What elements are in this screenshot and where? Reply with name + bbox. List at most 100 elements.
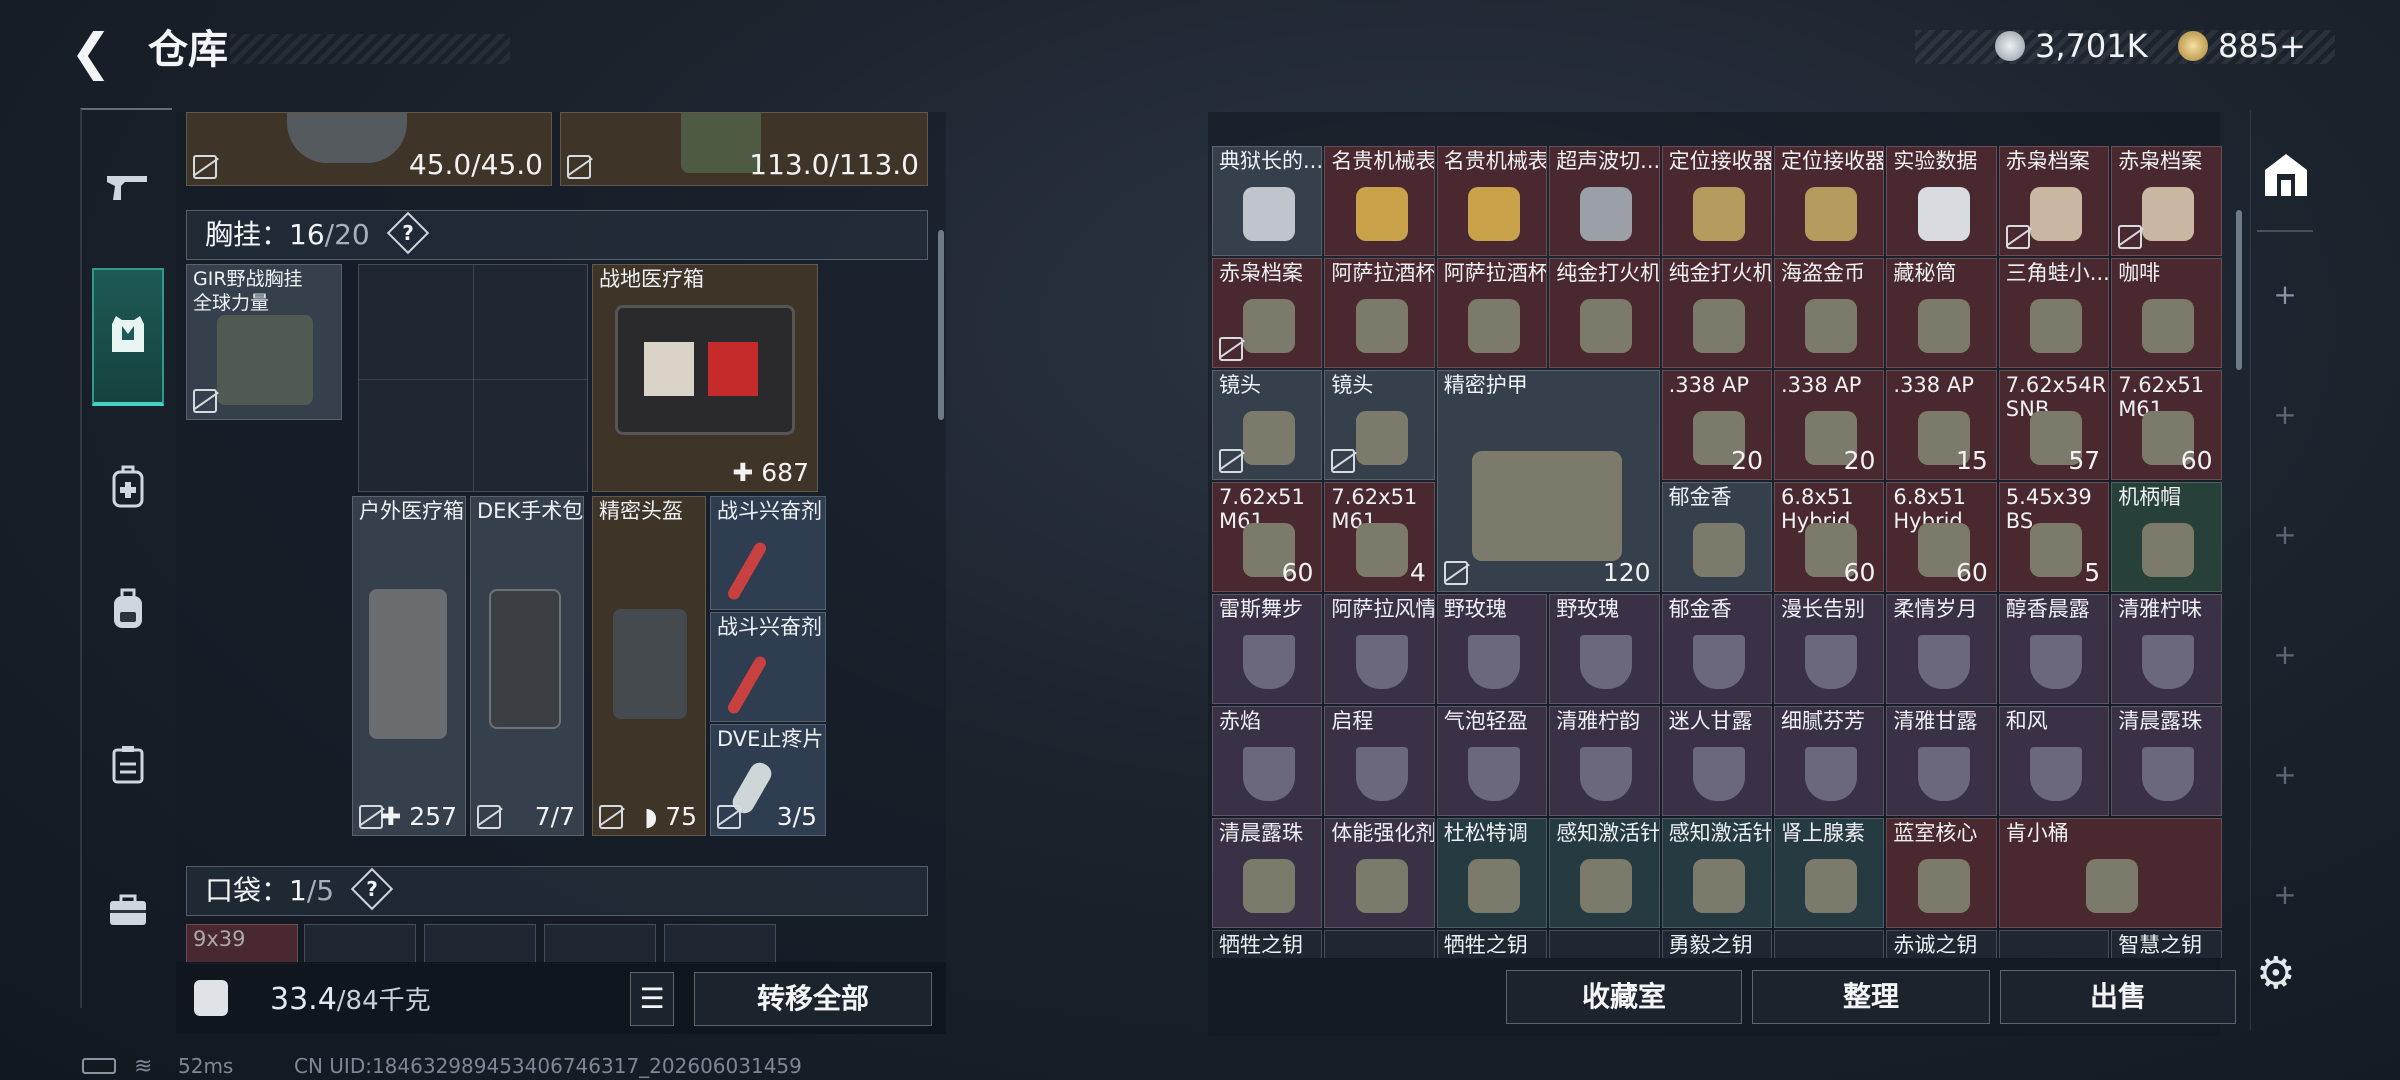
storage-item[interactable]: 实验数据	[1886, 146, 1997, 256]
storage-item[interactable]: 牺牲之钥	[1212, 930, 1323, 958]
storage-item[interactable]: 感知激活针	[1549, 818, 1660, 928]
storage-item[interactable]: 野玫瑰	[1436, 594, 1548, 704]
collection-room-button[interactable]: 收藏室	[1506, 970, 1742, 1024]
storage-item[interactable]: 赤枭档案	[2111, 146, 2222, 256]
armor-slot[interactable]: 113.0/113.0	[560, 112, 928, 186]
storage-item[interactable]: 赤诚之钥	[1886, 930, 1997, 958]
settings-gear-icon[interactable]: ⚙	[2256, 950, 2304, 998]
right-scrollbar[interactable]	[2236, 210, 2242, 370]
storage-item[interactable]: 迷人甘露	[1661, 706, 1772, 816]
storage-item[interactable]: 肯小桶	[1998, 818, 2222, 928]
storage-item[interactable]	[1549, 930, 1660, 958]
storage-item[interactable]: 定位接收器	[1661, 146, 1772, 256]
storage-item[interactable]: 清雅柠味	[2111, 594, 2222, 704]
storage-item[interactable]: 郁金香	[1661, 482, 1772, 592]
storage-item[interactable]: 7.62x54R SNB 57	[1998, 370, 2110, 480]
storage-item[interactable]: 7.62x51 M61 60	[1212, 482, 1323, 592]
backpack-medic-icon[interactable]	[94, 452, 162, 520]
storage-item[interactable]: .338 AP 15	[1886, 370, 1997, 480]
storage-item[interactable]: .338 AP 20	[1774, 370, 1885, 480]
storage-item[interactable]: 7.62x51 M61 60	[2111, 370, 2222, 480]
storage-item[interactable]	[1324, 930, 1435, 958]
transfer-all-button[interactable]: 转移全部	[694, 972, 932, 1026]
storage-item[interactable]: 清雅柠韵	[1549, 706, 1660, 816]
storage-item[interactable]: 醇香晨露	[1998, 594, 2110, 704]
storage-item[interactable]: 镜头	[1324, 370, 1435, 480]
empty-slot-grid[interactable]	[358, 264, 588, 492]
storage-item[interactable]: 赤枭档案	[1998, 146, 2110, 256]
storage-item[interactable]: 启程	[1324, 706, 1435, 816]
storage-item[interactable]: 超声波切...	[1549, 146, 1660, 256]
storage-item[interactable]: 精密护甲 120	[1436, 370, 1660, 592]
storage-item[interactable]: 5.45x39 BS 5	[1998, 482, 2110, 592]
storage-item[interactable]: 蓝室核心	[1886, 818, 1997, 928]
storage-item[interactable]: 杜松特调	[1436, 818, 1548, 928]
inventory-item[interactable]: 战地医疗箱 ✚ 687	[592, 264, 818, 492]
storage-item[interactable]: 清晨露珠	[2111, 706, 2222, 816]
storage-item[interactable]: 感知激活针	[1661, 818, 1772, 928]
storage-item[interactable]: 体能强化剂	[1324, 818, 1435, 928]
storage-item[interactable]: 机柄帽	[2111, 482, 2222, 592]
help-icon[interactable]: ?	[386, 211, 429, 255]
sell-button[interactable]: 出售	[2000, 970, 2236, 1024]
inventory-item[interactable]: 户外医疗箱 ✚ 257	[352, 496, 466, 836]
storage-item[interactable]: 阿萨拉酒杯	[1324, 258, 1435, 368]
storage-item[interactable]: 阿萨拉酒杯	[1436, 258, 1548, 368]
storage-item[interactable]: 阿萨拉风情	[1324, 594, 1435, 704]
storage-item[interactable]: 漫长告别	[1774, 594, 1885, 704]
inventory-item[interactable]: DEK手术包 7/7	[470, 496, 584, 836]
storage-item[interactable]: 镜头	[1212, 370, 1323, 480]
storage-item[interactable]: 纯金打火机	[1661, 258, 1772, 368]
storage-item[interactable]: 6.8x51 Hybrid 60	[1886, 482, 1997, 592]
storage-item[interactable]: 海盗金币	[1774, 258, 1885, 368]
inventory-item[interactable]: 战斗兴奋剂	[710, 496, 826, 610]
storage-item[interactable]: 定位接收器	[1774, 146, 1885, 256]
list-icon[interactable]: ☰	[630, 972, 674, 1026]
storage-item[interactable]	[1774, 930, 1885, 958]
storage-item[interactable]: 赤焰	[1212, 706, 1323, 816]
case-icon[interactable]	[94, 730, 162, 798]
storage-item[interactable]: 智慧之钥	[2111, 930, 2222, 958]
storage-item[interactable]: 三角蛙小...	[1998, 258, 2110, 368]
storage-item[interactable]: 咖啡	[2111, 258, 2222, 368]
currency-gold[interactable]: 885+	[2178, 24, 2306, 68]
back-button[interactable]: ❮	[70, 22, 130, 82]
storage-item[interactable]: 赤枭档案	[1212, 258, 1323, 368]
storage-item[interactable]: 清晨露珠	[1212, 818, 1323, 928]
add-tab-icon[interactable]: +	[2251, 278, 2319, 311]
storage-item[interactable]: 细腻芬芳	[1774, 706, 1885, 816]
vest-icon[interactable]	[94, 300, 162, 368]
pocket-slot[interactable]: 9x39	[186, 924, 298, 964]
storage-item[interactable]: 郁金香	[1661, 594, 1772, 704]
pocket-slot[interactable]	[544, 924, 656, 964]
storage-item[interactable]	[1998, 930, 2110, 958]
storage-item[interactable]: 6.8x51 Hybrid 60	[1774, 482, 1885, 592]
storage-item[interactable]: 牺牲之钥	[1436, 930, 1548, 958]
storage-item[interactable]: 柔情岁月	[1886, 594, 1997, 704]
storage-item[interactable]: 7.62x51 M61 4	[1324, 482, 1435, 592]
inventory-item[interactable]: 战斗兴奋剂	[710, 612, 826, 722]
rig-item[interactable]: GIR野战胸挂 全球力量	[186, 264, 342, 420]
storage-item[interactable]: 和风	[1998, 706, 2110, 816]
storage-item[interactable]: 纯金打火机	[1549, 258, 1660, 368]
storage-item[interactable]: 藏秘筒	[1886, 258, 1997, 368]
left-scrollbar[interactable]	[938, 230, 944, 420]
storage-item[interactable]: 野玫瑰	[1549, 594, 1660, 704]
inventory-item[interactable]: DVE止疼片 3/5	[710, 724, 826, 836]
sort-button[interactable]: 整理	[1752, 970, 1990, 1024]
storage-item[interactable]: 雷斯舞步	[1212, 594, 1323, 704]
storage-item[interactable]: 气泡轻盈	[1436, 706, 1548, 816]
storage-item[interactable]: 肾上腺素	[1774, 818, 1885, 928]
pocket-slot[interactable]	[664, 924, 776, 964]
storage-item[interactable]: .338 AP 20	[1661, 370, 1772, 480]
help-icon[interactable]: ?	[350, 867, 394, 911]
storage-item[interactable]: 典狱长的...	[1212, 146, 1323, 256]
storage-icon[interactable]	[2261, 150, 2311, 200]
storage-item[interactable]: 名贵机械表	[1324, 146, 1435, 256]
pocket-slot[interactable]	[304, 924, 416, 964]
backpack-icon[interactable]	[94, 574, 162, 642]
storage-item[interactable]: 名贵机械表	[1436, 146, 1548, 256]
gun-icon[interactable]	[94, 154, 162, 222]
storage-item[interactable]: 勇毅之钥	[1661, 930, 1772, 958]
toolbox-icon[interactable]	[94, 876, 162, 944]
